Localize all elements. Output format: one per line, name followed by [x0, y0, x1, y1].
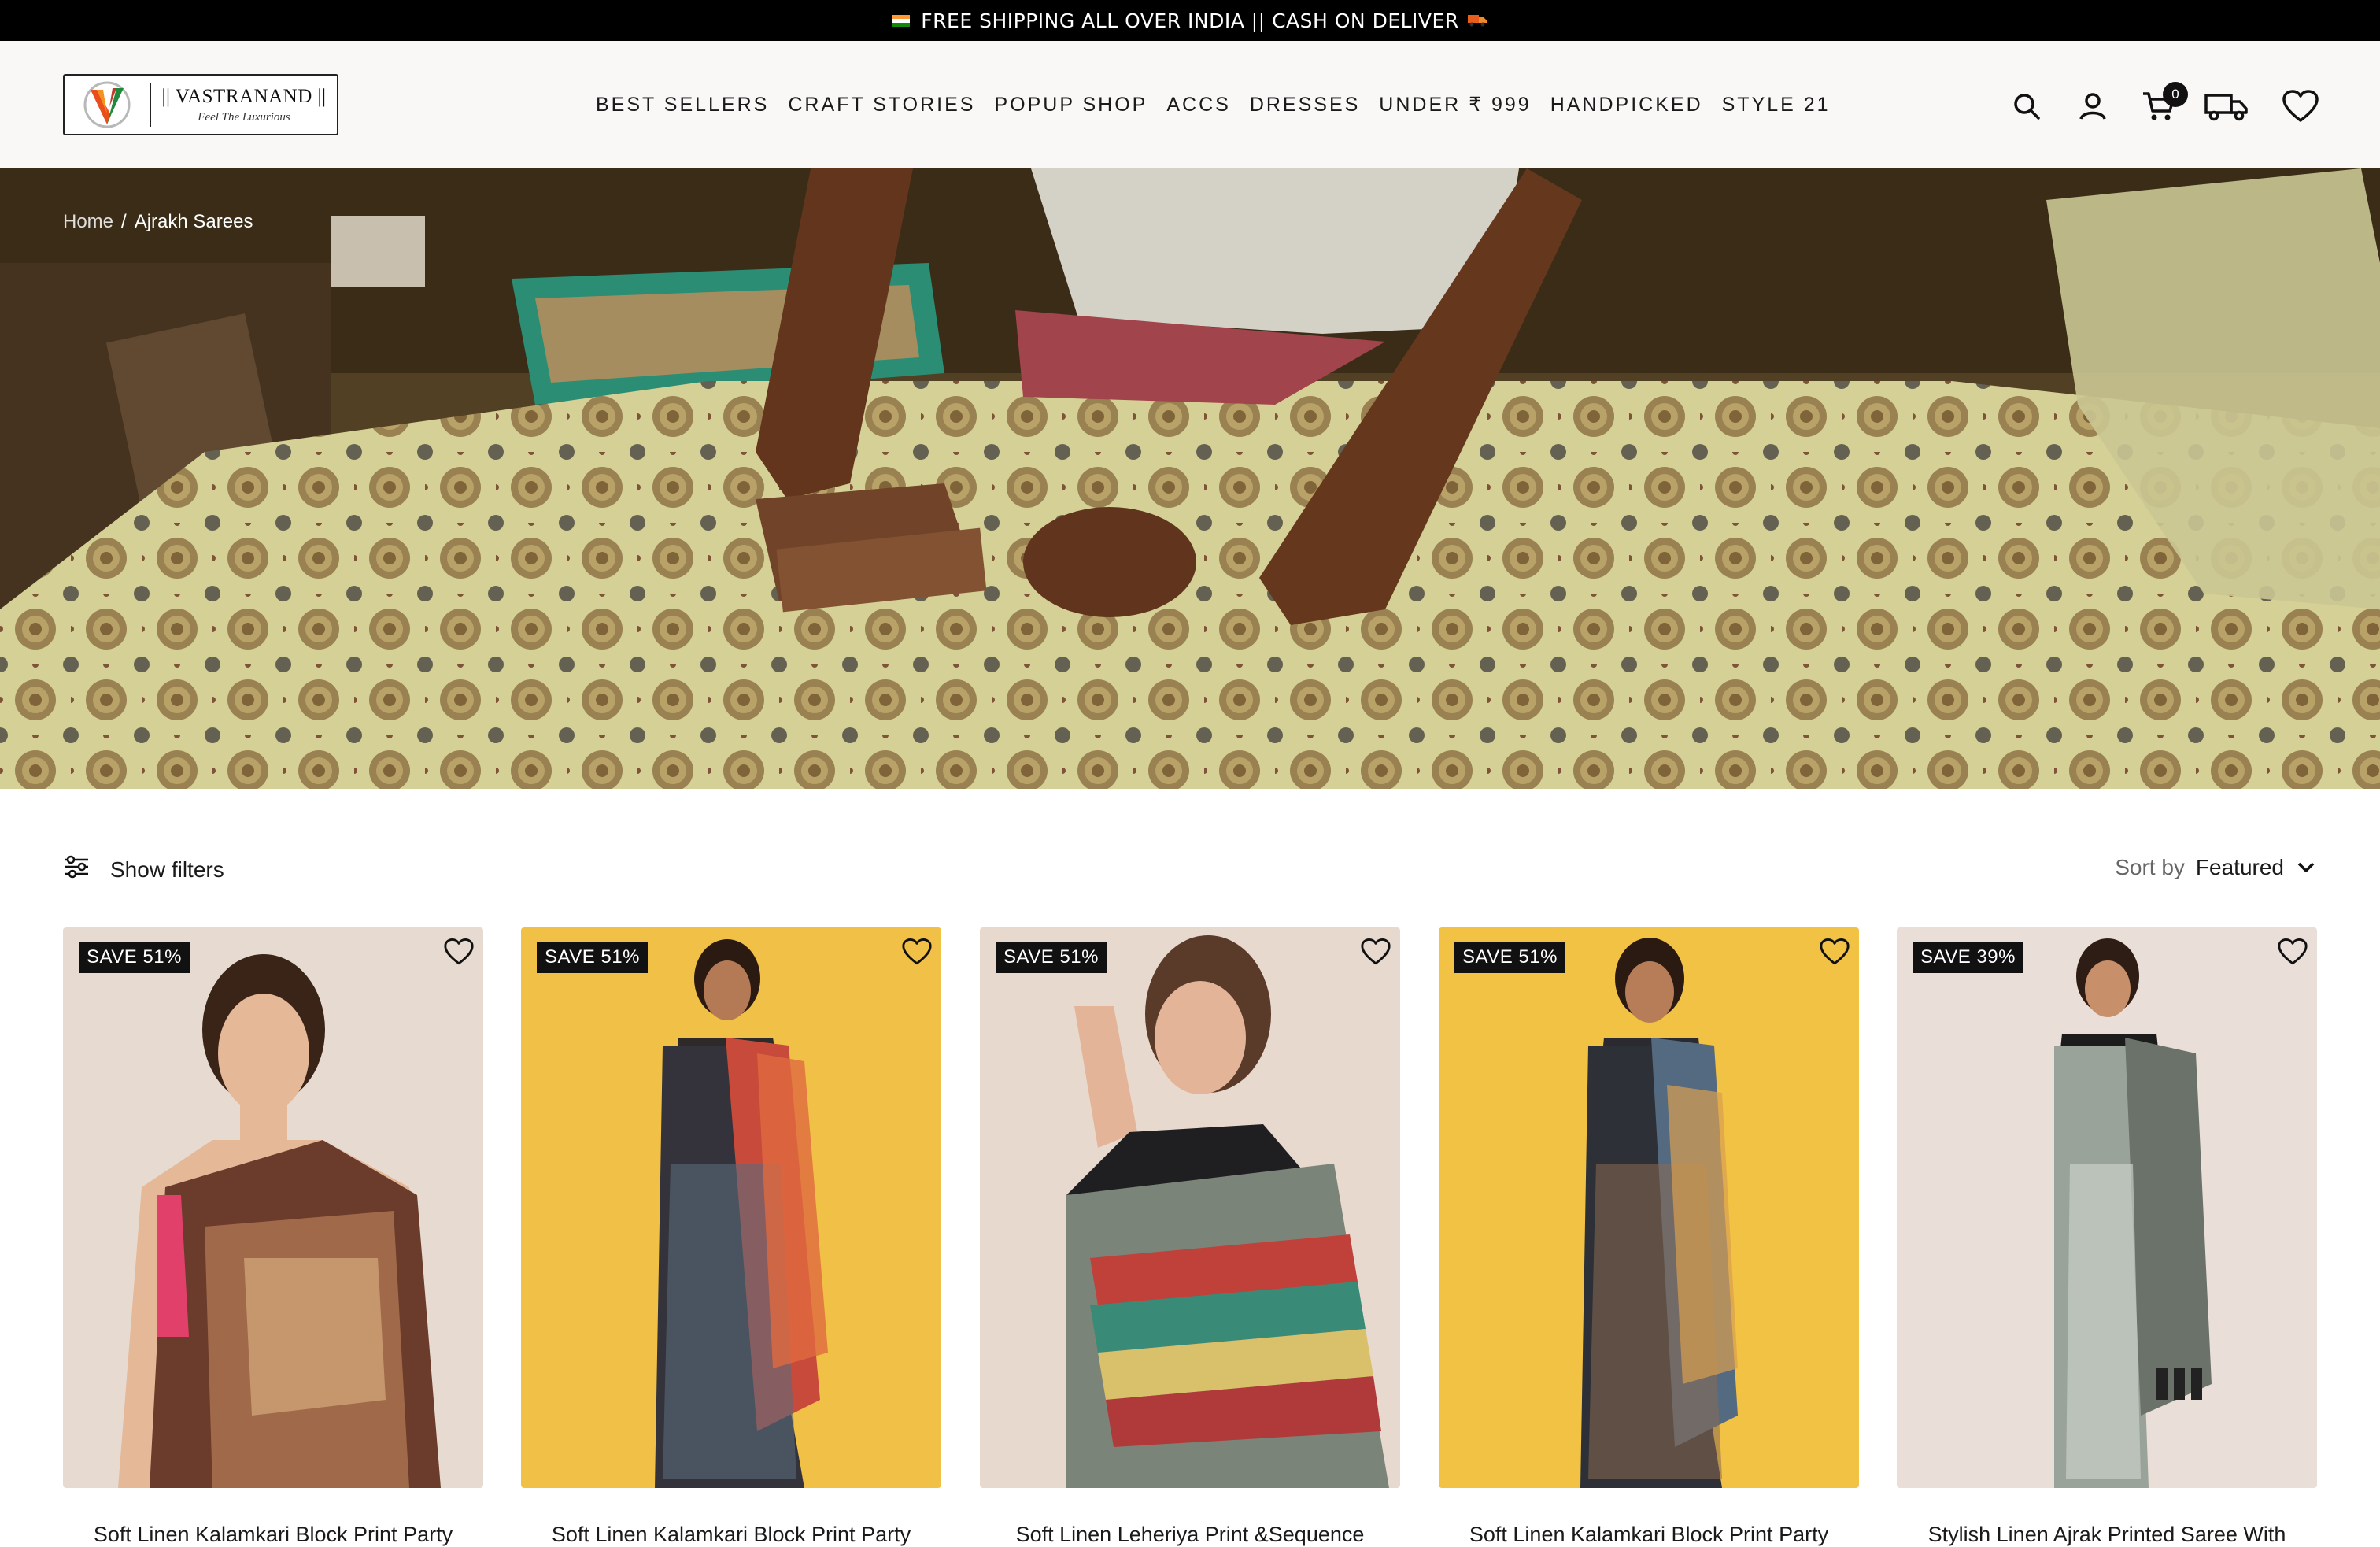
sort-by-label: Sort by: [2115, 855, 2185, 879]
announcement-bar: FREE SHIPPING ALL OVER INDIA || CASH ON …: [0, 0, 2380, 41]
product-title[interactable]: Soft Linen Kalamkari Block Print Party: [1439, 1523, 1859, 1547]
logo-wordmark: || VASTRANAND || Feel The Luxurious: [151, 86, 337, 124]
nav-handpicked[interactable]: HANDPICKED: [1550, 94, 1703, 117]
filters-sliders-icon: [63, 855, 90, 884]
wishlist-heart-icon[interactable]: [1356, 932, 1395, 972]
breadcrumb: Home / Ajrakh Sarees: [63, 211, 253, 233]
product-image[interactable]: [521, 927, 941, 1488]
chevron-down-icon: [2295, 855, 2317, 880]
wishlist-heart-icon[interactable]: [2281, 87, 2320, 126]
discount-badge: SAVE 51%: [537, 942, 648, 973]
nav-under-999[interactable]: UNDER ₹ 999: [1379, 93, 1531, 117]
discount-badge: SAVE 51%: [79, 942, 190, 973]
wishlist-heart-icon[interactable]: [1815, 932, 1854, 972]
hero-image-block-printing: [0, 168, 2380, 789]
product-image[interactable]: [63, 927, 483, 1488]
product-card[interactable]: SAVE 51% Soft Linen Kalamkari Block Prin…: [521, 927, 941, 1546]
discount-badge: SAVE 39%: [1913, 942, 2023, 973]
search-icon[interactable]: [2007, 87, 2046, 126]
breadcrumb-home-link[interactable]: Home: [63, 211, 113, 233]
product-grid: SAVE 51% Soft Linen Kalamkari Block Prin…: [63, 927, 2317, 1546]
site-logo[interactable]: || VASTRANAND || Feel The Luxurious: [63, 74, 338, 135]
wishlist-heart-icon[interactable]: [2273, 932, 2312, 972]
account-icon[interactable]: [2073, 87, 2112, 126]
nav-popup-shop[interactable]: POPUP SHOP: [994, 94, 1148, 117]
nav-best-sellers[interactable]: BEST SELLERS: [596, 94, 769, 117]
product-image[interactable]: [1439, 927, 1859, 1488]
delivery-truck-emoji-icon: [1467, 9, 1488, 31]
main-nav: BEST SELLERS CRAFT STORIES POPUP SHOP AC…: [596, 91, 1850, 118]
product-title[interactable]: Soft Linen Kalamkari Block Print Party: [63, 1523, 483, 1547]
sort-by-value: Featured: [2195, 855, 2284, 879]
breadcrumb-separator: /: [121, 211, 127, 232]
product-image[interactable]: [1897, 927, 2317, 1488]
breadcrumb-current: Ajrakh Sarees: [134, 211, 253, 232]
sort-by-dropdown[interactable]: Sort by Featured: [2115, 855, 2317, 880]
nav-dresses[interactable]: DRESSES: [1250, 94, 1360, 117]
header-actions: 0: [2007, 82, 2320, 126]
logo-mark-icon: [65, 76, 150, 134]
logo-brand-text: || VASTRANAND ||: [161, 85, 327, 107]
wishlist-heart-icon[interactable]: [439, 932, 479, 972]
show-filters-button[interactable]: Show filters: [63, 855, 224, 884]
product-image[interactable]: [980, 927, 1400, 1488]
collection-hero-banner: Home / Ajrakh Sarees: [0, 168, 2380, 789]
india-flag-icon: [893, 14, 911, 27]
nav-craft-stories[interactable]: CRAFT STORIES: [788, 94, 975, 117]
nav-style-21[interactable]: STYLE 21: [1722, 94, 1831, 117]
site-header: || VASTRANAND || Feel The Luxurious BEST…: [0, 41, 2380, 168]
product-card[interactable]: SAVE 51% Soft Linen Leheriya Print &Sequ…: [980, 927, 1400, 1546]
discount-badge: SAVE 51%: [1454, 942, 1565, 973]
product-card[interactable]: SAVE 51% Soft Linen Kalamkari Block Prin…: [1439, 927, 1859, 1546]
announcement-text: FREE SHIPPING ALL OVER INDIA || CASH ON …: [921, 9, 1459, 32]
wishlist-heart-icon[interactable]: [897, 932, 937, 972]
cart-icon[interactable]: 0: [2139, 82, 2188, 126]
discount-badge: SAVE 51%: [996, 942, 1107, 973]
product-title[interactable]: Stylish Linen Ajrak Printed Saree With: [1897, 1523, 2317, 1547]
product-card[interactable]: SAVE 51% Soft Linen Kalamkari Block Prin…: [63, 927, 483, 1546]
logo-tagline: Feel The Luxurious: [198, 110, 290, 124]
product-title[interactable]: Soft Linen Kalamkari Block Print Party: [521, 1523, 941, 1547]
collection-toolbar: Show filters Sort by Featured: [0, 789, 2380, 923]
nav-accs[interactable]: ACCS: [1166, 94, 1230, 117]
delivery-truck-icon[interactable]: [2204, 87, 2249, 126]
product-card[interactable]: SAVE 39% Stylish Linen Ajrak Printed Sar…: [1897, 927, 2317, 1546]
cart-count-badge: 0: [2163, 82, 2188, 107]
product-title[interactable]: Soft Linen Leheriya Print &Sequence: [980, 1523, 1400, 1547]
show-filters-label: Show filters: [110, 857, 224, 882]
